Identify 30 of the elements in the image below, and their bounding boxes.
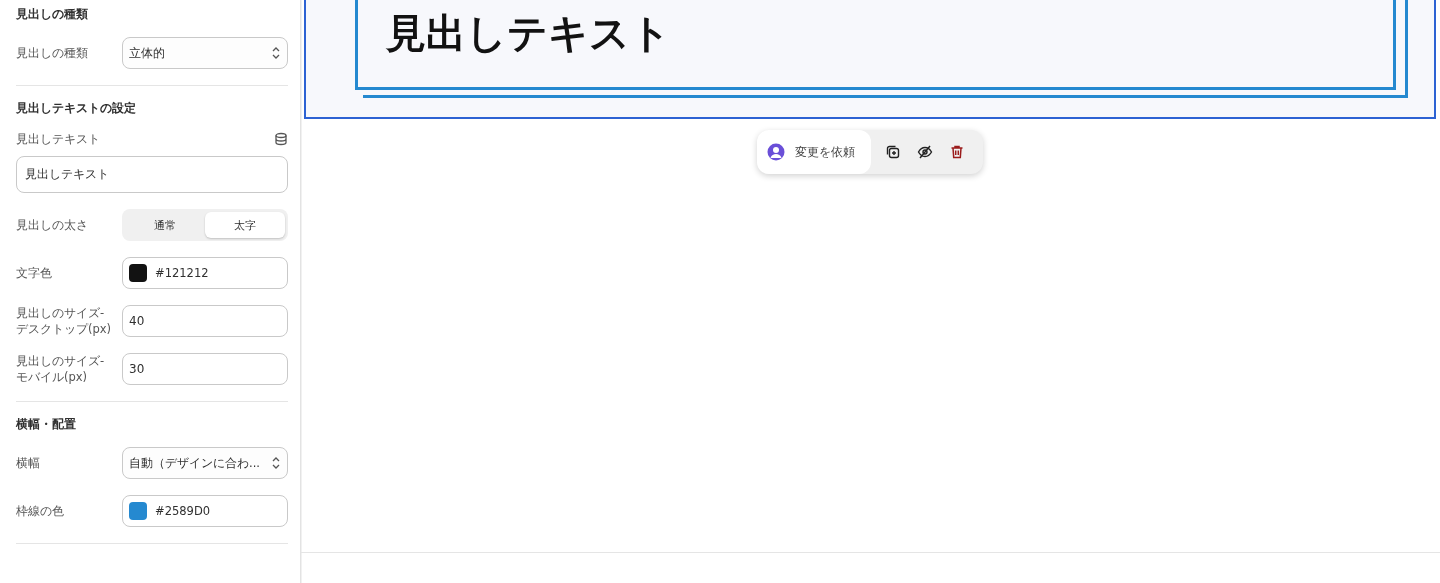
number-field[interactable]: 40 — [122, 305, 288, 337]
eye-slash-icon — [917, 144, 933, 160]
heading-block[interactable]: 見出しテキスト — [304, 0, 1436, 119]
duplicate-icon — [885, 144, 901, 160]
field-label: 横幅 — [16, 455, 41, 471]
chevron-updown-icon — [271, 456, 281, 470]
field-label: 文字色 — [16, 265, 53, 281]
field-label: 見出しのサイズ- デスクトップ(px) — [16, 305, 113, 337]
number-field[interactable]: 30 — [122, 353, 288, 385]
segment-option[interactable]: 通常 — [125, 212, 205, 238]
trash-icon — [949, 144, 965, 160]
section-heading: 見出しの種類 — [16, 6, 89, 23]
text-field[interactable]: 見出しテキスト — [16, 156, 288, 193]
database-icon — [274, 132, 288, 146]
field-label: 見出しテキスト — [16, 131, 100, 147]
heading-text: 見出しテキスト — [386, 9, 672, 57]
chevron-updown-icon — [271, 46, 281, 60]
field-label: 見出しの太さ — [16, 217, 89, 233]
field-label: 枠線の色 — [16, 503, 65, 519]
select-field[interactable]: 立体的 — [122, 37, 288, 69]
section-heading: 横幅・配置 — [16, 416, 77, 433]
color-field[interactable]: #2589D0 — [122, 495, 288, 527]
select-field[interactable]: 自動（デザインに合わ... — [122, 447, 288, 479]
field-label: 見出しの種類 — [16, 45, 89, 61]
section-heading: 見出しテキストの設定 — [16, 100, 137, 117]
avatar-icon — [767, 143, 785, 161]
segment-option[interactable]: 太字 — [205, 212, 285, 238]
color-field[interactable]: #121212 — [122, 257, 288, 289]
request-change-button[interactable]: 変更を依頼 — [757, 130, 871, 174]
field-label: 見出しのサイズ- モバイル(px) — [16, 353, 106, 385]
